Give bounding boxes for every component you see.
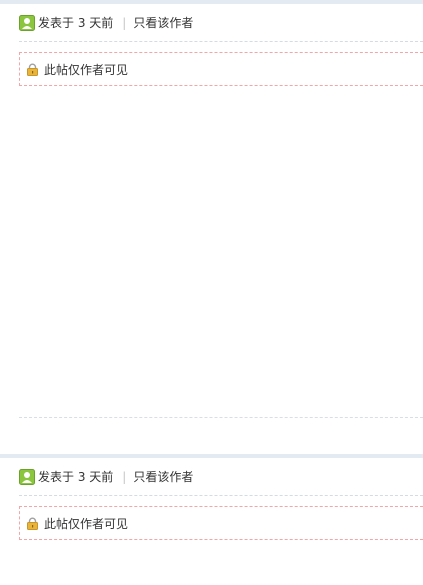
post-1: 发表于 3 天前 | 只看该作者 此帖仅作者可见 [0, 0, 423, 455]
locked-notice-text: 此帖仅作者可见 [44, 517, 129, 531]
header-divider-line [19, 41, 423, 42]
lock-icon [27, 517, 38, 530]
post-2: 发表于 3 天前 | 只看该作者 此帖仅作者可见 [0, 454, 423, 585]
locked-notice-box: 此帖仅作者可见 [19, 506, 423, 540]
post-time: 发表于 3 天前 [38, 16, 114, 30]
user-avatar-icon [19, 468, 35, 485]
only-author-link[interactable]: 只看该作者 [133, 14, 193, 31]
only-author-link[interactable]: 只看该作者 [133, 468, 193, 485]
locked-notice-box: 此帖仅作者可见 [19, 52, 423, 86]
locked-notice-text: 此帖仅作者可见 [44, 63, 129, 77]
header-divider-line [19, 495, 423, 496]
post-meta: 发表于 3 天前 | 只看该作者 [19, 468, 193, 485]
post-top-bar [0, 0, 423, 4]
post-time: 发表于 3 天前 [38, 470, 114, 484]
lock-icon [27, 63, 38, 76]
post-top-bar [0, 454, 423, 458]
user-avatar-icon [19, 14, 35, 31]
post-footer-line [19, 417, 423, 418]
header-divider: | [122, 469, 127, 484]
post-meta: 发表于 3 天前 | 只看该作者 [19, 14, 193, 31]
header-divider: | [122, 15, 127, 30]
